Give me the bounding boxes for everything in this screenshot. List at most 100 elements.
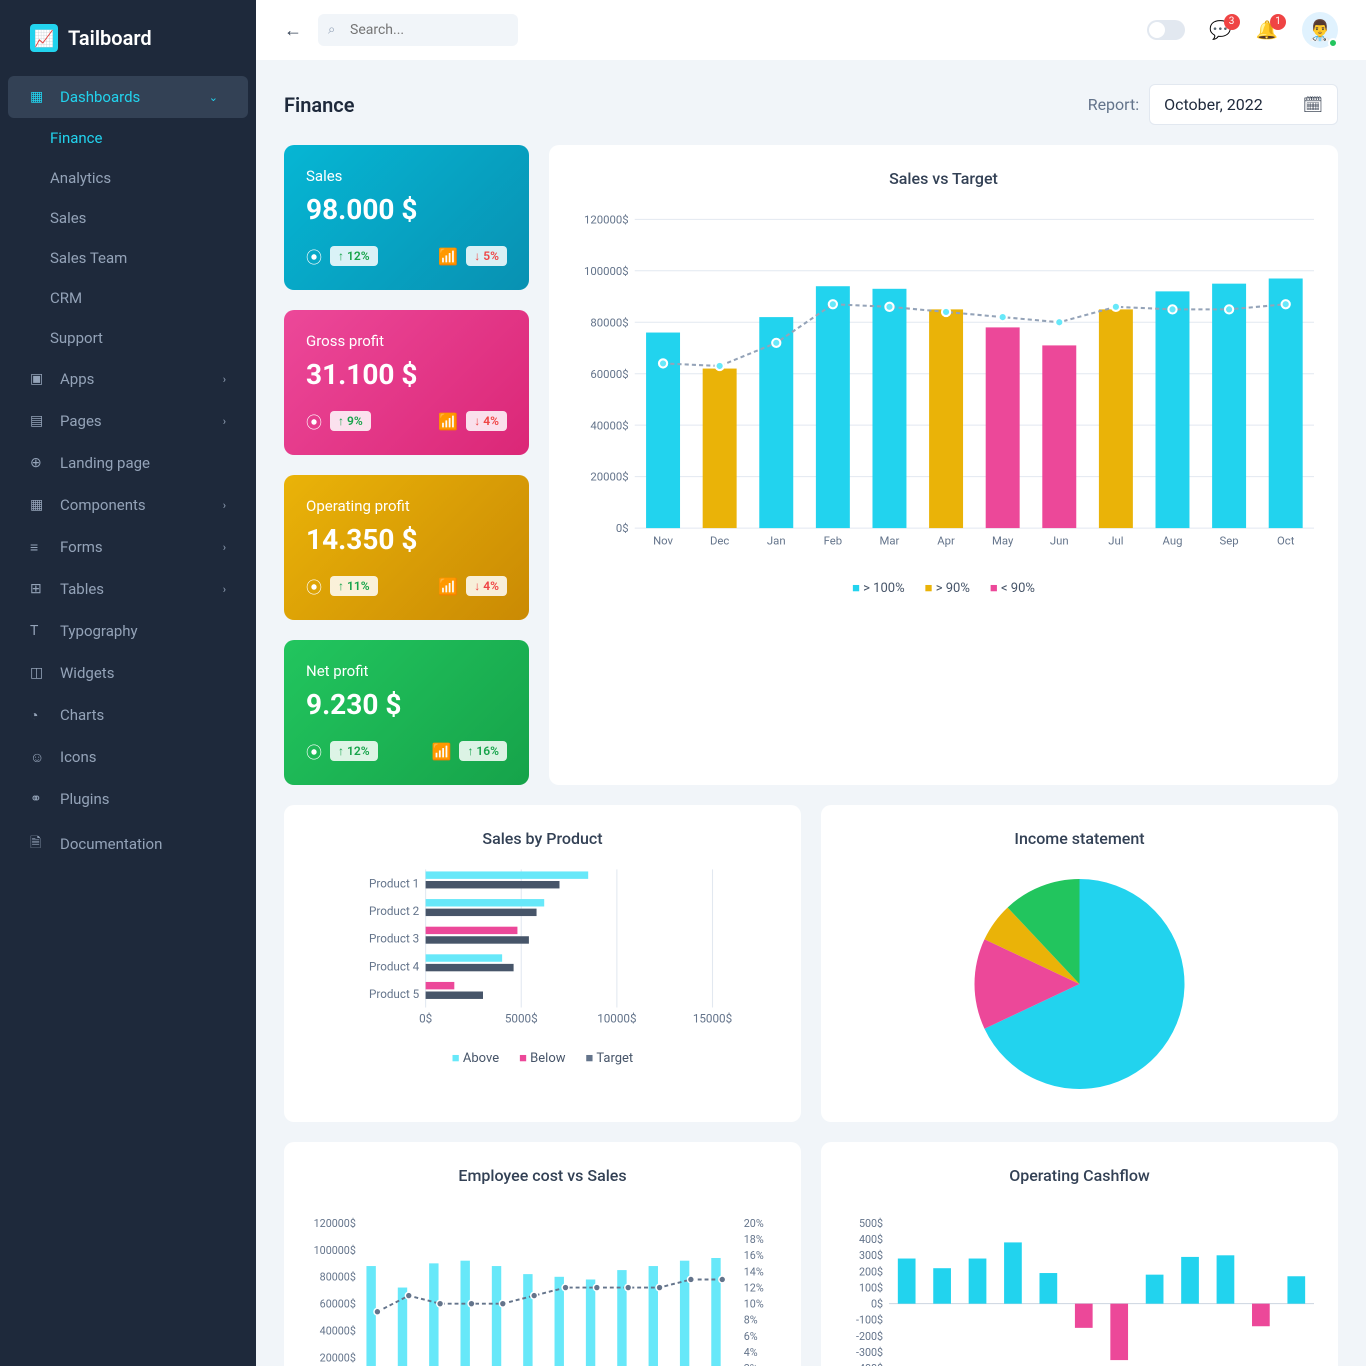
nav-components[interactable]: ▦Components› (0, 484, 256, 526)
svg-text:4%: 4% (744, 1346, 758, 1359)
globe-icon: ⊕ (30, 455, 46, 471)
employee-cost-chart: 0$20000$40000$60000$80000$100000$120000$… (308, 1201, 777, 1366)
svg-text:Product 1: Product 1 (369, 876, 419, 890)
svg-text:400$: 400$ (859, 1233, 883, 1246)
tables-icon: ⊞ (30, 581, 46, 597)
employee-cost-card: Employee cost vs Sales 0$20000$40000$600… (284, 1142, 801, 1366)
bars-icon: 📶 (438, 247, 458, 266)
nav-icons[interactable]: ☺ Icons (0, 736, 256, 778)
subnav-analytics[interactable]: Analytics (0, 158, 256, 198)
stat-card-3[interactable]: Net profit 9.230 $ ⦿ 12% 📶 16% (284, 640, 529, 785)
nav-forms[interactable]: ≡Forms› (0, 526, 256, 568)
nav-label: Widgets (60, 664, 114, 682)
nav-label: Charts (60, 706, 104, 724)
chart-title: Income statement (845, 829, 1314, 848)
nav-label: Icons (60, 748, 97, 766)
apps-icon: ▣ (30, 371, 46, 387)
svg-text:120000$: 120000$ (584, 212, 629, 226)
svg-text:40000$: 40000$ (320, 1324, 356, 1337)
chat-button[interactable]: 💬3 (1209, 20, 1231, 41)
bars-icon: 📶 (432, 742, 452, 761)
nav-label: Documentation (60, 835, 162, 853)
components-icon: ▦ (30, 497, 46, 513)
svg-text:60000$: 60000$ (590, 367, 628, 381)
logo-text: Tailboard (68, 26, 152, 50)
nav-label: Components (60, 496, 146, 514)
svg-text:Jan: Jan (767, 534, 786, 548)
svg-text:Product 4: Product 4 (369, 959, 420, 973)
svg-text:40000$: 40000$ (590, 418, 628, 432)
svg-text:6%: 6% (744, 1330, 758, 1343)
nav-apps[interactable]: ▣Apps› (0, 358, 256, 400)
docs-icon: 🗎 (30, 832, 46, 856)
svg-text:0$: 0$ (871, 1298, 883, 1311)
svg-text:80000$: 80000$ (320, 1271, 356, 1284)
subnav-support[interactable]: Support (0, 318, 256, 358)
theme-toggle[interactable] (1147, 20, 1185, 40)
nav-pages[interactable]: ▤Pages› (0, 400, 256, 442)
svg-text:20000$: 20000$ (320, 1351, 356, 1364)
logo[interactable]: 📈 Tailboard (0, 0, 256, 76)
target-icon: ⦿ (306, 574, 322, 598)
notifications-button[interactable]: 🔔1 (1256, 20, 1278, 41)
svg-text:200$: 200$ (859, 1265, 883, 1278)
stat-card-2[interactable]: Operating profit 14.350 $ ⦿ 11% 📶 4% (284, 475, 529, 620)
avatar[interactable]: 👨‍⚕️ (1302, 12, 1338, 48)
svg-text:10%: 10% (744, 1298, 764, 1311)
nav-docs[interactable]: 🗎 Documentation (0, 820, 256, 868)
cashflow-card: Operating Cashflow -500$-400$-300$-200$-… (821, 1142, 1338, 1366)
report-date-value: October, 2022 (1164, 95, 1263, 114)
chevron-down-icon: ⌄ (209, 91, 218, 104)
online-dot (1328, 38, 1338, 48)
charts-icon: ◔ (30, 707, 46, 724)
svg-text:5000$: 5000$ (505, 1011, 538, 1025)
nav-tables[interactable]: ⊞Tables› (0, 568, 256, 610)
stat-pct2: 4% (466, 411, 507, 431)
svg-text:Jul: Jul (1108, 534, 1123, 548)
nav-plugins[interactable]: ⚭ Plugins (0, 778, 256, 820)
svg-text:10000$: 10000$ (597, 1011, 636, 1025)
nav-widgets[interactable]: ◫Widgets (0, 652, 256, 694)
svg-text:100$: 100$ (859, 1281, 883, 1294)
report-date-picker[interactable]: October, 2022 🗓 (1149, 84, 1338, 125)
cashflow-chart: -500$-400$-300$-200$-100$0$100$200$300$4… (845, 1201, 1314, 1366)
svg-text:May: May (992, 534, 1014, 548)
search-wrap: ⌕ (318, 14, 518, 46)
subnav-sales-team[interactable]: Sales Team (0, 238, 256, 278)
svg-text:80000$: 80000$ (590, 315, 628, 329)
chevron-right-icon: › (223, 415, 226, 428)
subnav-sales[interactable]: Sales (0, 198, 256, 238)
search-icon: ⌕ (328, 23, 335, 38)
nav-label: Typography (60, 622, 138, 640)
dashboards-subnav: Finance Analytics Sales Sales Team CRM S… (0, 118, 256, 358)
bars-icon: 📶 (438, 412, 458, 431)
nav-dashboards[interactable]: ▦ Dashboards ⌄ (8, 76, 248, 118)
stat-pct1: 12% (330, 741, 378, 761)
stat-value: 31.100 $ (306, 358, 507, 391)
subnav-crm[interactable]: CRM (0, 278, 256, 318)
page-title: Finance (284, 93, 354, 117)
stat-value: 9.230 $ (306, 688, 507, 721)
sales-by-product-chart: 0$5000$10000$15000$Product 1Product 2Pro… (308, 864, 777, 1034)
svg-text:8%: 8% (744, 1314, 758, 1327)
subnav-finance[interactable]: Finance (0, 118, 256, 158)
svg-text:Dec: Dec (710, 534, 729, 548)
chat-badge: 3 (1224, 14, 1240, 30)
logo-icon: 📈 (30, 24, 58, 52)
stat-card-1[interactable]: Gross profit 31.100 $ ⦿ 9% 📶 4% (284, 310, 529, 455)
search-input[interactable] (318, 14, 518, 46)
stat-title: Net profit (306, 662, 507, 680)
nav-charts[interactable]: ◔ Charts (0, 694, 256, 736)
nav-landing[interactable]: ⊕Landing page (0, 442, 256, 484)
nav-label: Plugins (60, 790, 109, 808)
content: Finance Report: October, 2022 🗓 Sales 98… (256, 60, 1366, 1366)
svg-text:18%: 18% (744, 1233, 764, 1246)
chart-title: Sales vs Target (573, 169, 1314, 188)
back-button[interactable]: ← (284, 20, 302, 41)
icons-icon: ☺ (30, 749, 46, 766)
plugins-icon: ⚭ (30, 791, 46, 807)
stat-card-0[interactable]: Sales 98.000 $ ⦿ 12% 📶 5% (284, 145, 529, 290)
nav-typography[interactable]: TTypography (0, 610, 256, 652)
svg-text:0$: 0$ (419, 1011, 432, 1025)
stat-pct1: 12% (330, 246, 378, 266)
